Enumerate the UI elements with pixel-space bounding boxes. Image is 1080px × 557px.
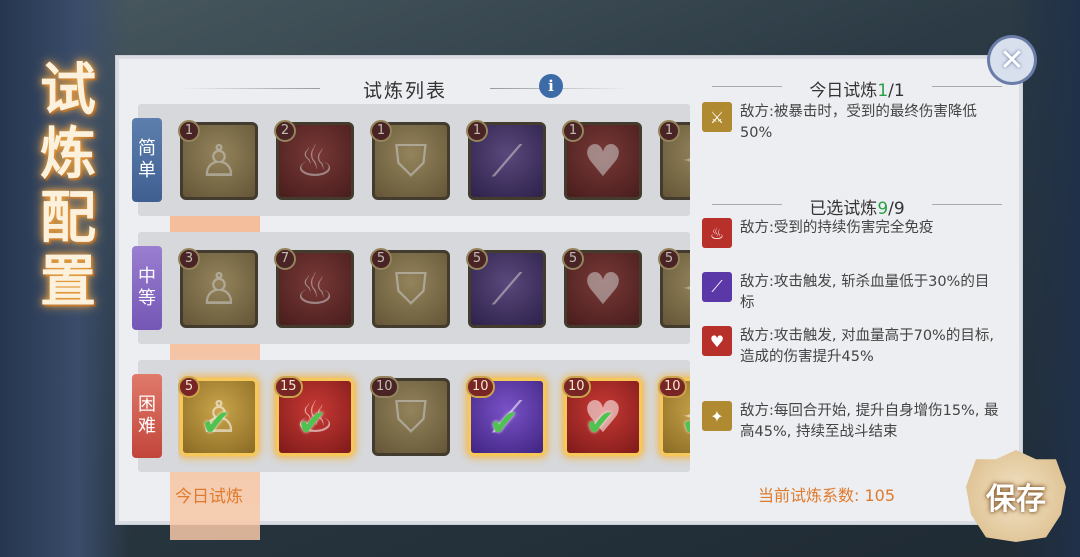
level-badge: 1 <box>466 120 488 142</box>
level-badge: 3 <box>178 248 200 270</box>
level-badge: 5 <box>178 376 200 398</box>
save-button[interactable]: 保存 <box>966 450 1066 542</box>
level-badge: 1 <box>658 120 680 142</box>
today-trial-entry: ⚔ 敌方:被暴击时，受到的最终伤害降低50% <box>702 102 1002 144</box>
trial-row-1: 中等♙3♨7⛉5⟋5♥5✦5 <box>132 232 690 344</box>
trial-tile[interactable]: ♨ 7 <box>274 248 354 328</box>
level-badge: 5 <box>658 248 680 270</box>
trial-tile[interactable]: ⛉ 10 <box>370 376 450 456</box>
slash-icon: ⟋ <box>702 272 732 302</box>
trial-tile[interactable]: ♙ 5 ✔ <box>178 376 258 456</box>
fire-icon: ♨ <box>702 218 732 248</box>
level-badge: 10 <box>658 376 687 398</box>
level-badge: 1 <box>370 120 392 142</box>
trial-tile[interactable]: ✦10✔ <box>658 376 690 456</box>
selected-trial-entry: ♥ 敌方:攻击触发, 对血量高于70%的目标, 造成的伤害提升45% <box>702 326 1002 368</box>
trial-tile[interactable]: ⛉ 5 <box>370 248 450 328</box>
check-icon: ✔ <box>585 403 616 444</box>
page-title: 试 炼 配 置 <box>40 57 96 315</box>
difficulty-tab: 中等 <box>132 246 162 330</box>
selected-trial-list[interactable]: ♨ 敌方:受到的持续伤害完全免疫 ⟋ 敌方:攻击触发, 斩杀血量低于30%的目标 ♥ 敌方… <box>702 218 1012 468</box>
buff-icon: ✦ <box>702 401 732 431</box>
trial-tile[interactable]: ♙ 3 <box>178 248 258 328</box>
trial-tile[interactable]: ♥ 1 <box>562 120 642 200</box>
trial-tile[interactable]: ✦1 <box>658 120 690 200</box>
trial-tile[interactable]: ⟋ 10 ✔ <box>466 376 546 456</box>
check-icon: ✔ <box>201 403 232 444</box>
check-icon: ✔ <box>681 403 690 444</box>
check-icon: ✔ <box>489 403 520 444</box>
selected-trial-entry: ✦ 敌方:每回合开始, 提升自身增伤15%, 最高45%, 持续至战斗结束 <box>702 401 1002 443</box>
today-trial-label: 今日试炼 <box>175 487 243 507</box>
level-badge: 5 <box>466 248 488 270</box>
trial-coefficient: 当前试炼系数: 105 <box>758 486 896 505</box>
trial-tile[interactable]: ♥ 5 <box>562 248 642 328</box>
trial-tile[interactable]: ♨ 15 ✔ <box>274 376 354 456</box>
level-badge: 1 <box>178 120 200 142</box>
difficulty-tab: 困难 <box>132 374 162 458</box>
level-badge: 1 <box>562 120 584 142</box>
trial-detail-pane: 今日试炼1/1 ⚔ 敌方:被暴击时，受到的最终伤害降低50% 已选试炼9/9 ♨… <box>702 62 1012 502</box>
level-badge: 2 <box>274 120 296 142</box>
trial-tile[interactable]: ⟋ 1 <box>466 120 546 200</box>
selected-trial-entry: ⟋ 敌方:攻击触发, 斩杀血量低于30%的目标 <box>702 272 1002 314</box>
trial-tile[interactable]: ⟋ 5 <box>466 248 546 328</box>
today-trial-header: 今日试炼1/1 <box>702 76 1012 101</box>
trial-icons: ♙5✔♨15✔⛉10⟋10✔♥10✔✦10✔ <box>178 360 690 472</box>
trial-list-header: 试炼列表 <box>120 76 690 103</box>
level-badge: 5 <box>562 248 584 270</box>
level-badge: 15 <box>274 376 303 398</box>
selected-trial-entry: ♨ 敌方:受到的持续伤害完全免疫 <box>702 218 1002 248</box>
trial-row-2: 困难♙5✔♨15✔⛉10⟋10✔♥10✔✦10✔ <box>132 360 690 472</box>
level-badge: 10 <box>370 376 399 398</box>
level-badge: 5 <box>370 248 392 270</box>
heart-icon: ♥ <box>702 326 732 356</box>
trial-icons: ♙3♨7⛉5⟋5♥5✦5 <box>178 232 690 344</box>
trial-icons: ♙1♨2⛉1⟋1♥1✦1 <box>178 104 690 216</box>
trial-tile[interactable]: ✦5 <box>658 248 690 328</box>
trial-tile[interactable]: ⛉ 1 <box>370 120 450 200</box>
trial-tile[interactable]: ♙ 1 <box>178 120 258 200</box>
level-badge: 10 <box>562 376 591 398</box>
trial-tile[interactable]: ♨ 2 <box>274 120 354 200</box>
level-badge: 7 <box>274 248 296 270</box>
difficulty-tab: 简单 <box>132 118 162 202</box>
selected-trial-header: 已选试炼9/9 <box>702 194 1012 219</box>
check-icon: ✔ <box>297 403 328 444</box>
trial-list-pane: 试炼列表 i 简单♙1♨2⛉1⟋1♥1✦1中等♙3♨7⛉5⟋5♥5✦5困难♙5✔… <box>120 62 690 540</box>
trial-tile[interactable]: ♥ 10 ✔ <box>562 376 642 456</box>
person-icon: ⚔ <box>702 102 732 132</box>
info-icon[interactable]: i <box>539 74 563 98</box>
trial-row-0: 简单♙1♨2⛉1⟋1♥1✦1 <box>132 104 690 216</box>
level-badge: 10 <box>466 376 495 398</box>
